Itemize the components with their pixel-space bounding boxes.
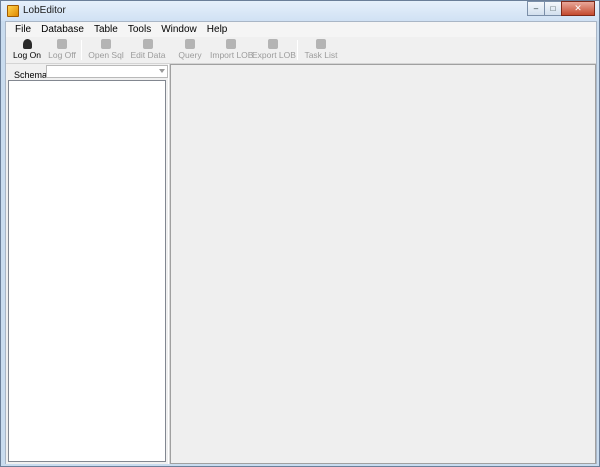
query-button[interactable]: Query (176, 37, 204, 63)
toolbar-separator (81, 40, 82, 60)
minimize-button[interactable]: – (527, 1, 545, 16)
schema-tree[interactable] (8, 80, 166, 462)
chevron-down-icon[interactable] (159, 69, 165, 73)
window-controls: – □ ✕ (527, 1, 595, 18)
schema-pane: Schema (6, 64, 168, 464)
list-icon (316, 39, 326, 49)
menu-bar: File Database Table Tools Window Help (6, 22, 596, 37)
log-on-label: Log On (13, 50, 41, 60)
export-icon (268, 39, 278, 49)
user-icon (22, 39, 32, 49)
title-bar[interactable]: LobEditor – □ ✕ (1, 1, 599, 21)
toolbar: Log On Log Off Open Sql Edit Data Query (6, 37, 596, 64)
task-list-button[interactable]: Task List (302, 37, 340, 63)
export-lob-button[interactable]: Export LOB (252, 37, 296, 63)
schema-label: Schema (14, 70, 48, 80)
open-sql-button[interactable]: Open Sql (88, 37, 124, 63)
edit-icon (143, 39, 153, 49)
task-list-label: Task List (304, 50, 338, 60)
menu-table[interactable]: Table (89, 24, 123, 35)
maximize-button[interactable]: □ (544, 1, 562, 16)
menu-file[interactable]: File (10, 24, 36, 35)
export-lob-label: Export LOB (252, 50, 296, 60)
schema-dropdown[interactable] (46, 65, 168, 78)
import-icon (226, 39, 236, 49)
menu-tools[interactable]: Tools (123, 24, 156, 35)
window-title: LobEditor (23, 5, 66, 16)
query-icon (185, 39, 195, 49)
edit-data-label: Edit Data (130, 50, 166, 60)
folder-icon (101, 39, 111, 49)
import-lob-button[interactable]: Import LOB (210, 37, 254, 63)
log-off-label: Log Off (48, 50, 76, 60)
import-lob-label: Import LOB (210, 50, 254, 60)
app-window: LobEditor – □ ✕ File Database Table Tool… (0, 0, 600, 467)
mdi-workspace[interactable] (170, 64, 596, 464)
client-area: File Database Table Tools Window Help Lo… (5, 21, 597, 464)
toolbar-separator (297, 40, 298, 60)
open-sql-label: Open Sql (88, 50, 124, 60)
close-button[interactable]: ✕ (561, 1, 595, 16)
menu-help[interactable]: Help (202, 24, 233, 35)
log-off-button[interactable]: Log Off (48, 37, 76, 63)
menu-window[interactable]: Window (156, 24, 202, 35)
edit-data-button[interactable]: Edit Data (130, 37, 166, 63)
query-label: Query (178, 50, 202, 60)
user-icon (57, 39, 67, 49)
log-on-button[interactable]: Log On (12, 37, 42, 63)
app-icon (7, 5, 19, 17)
menu-database[interactable]: Database (36, 24, 89, 35)
